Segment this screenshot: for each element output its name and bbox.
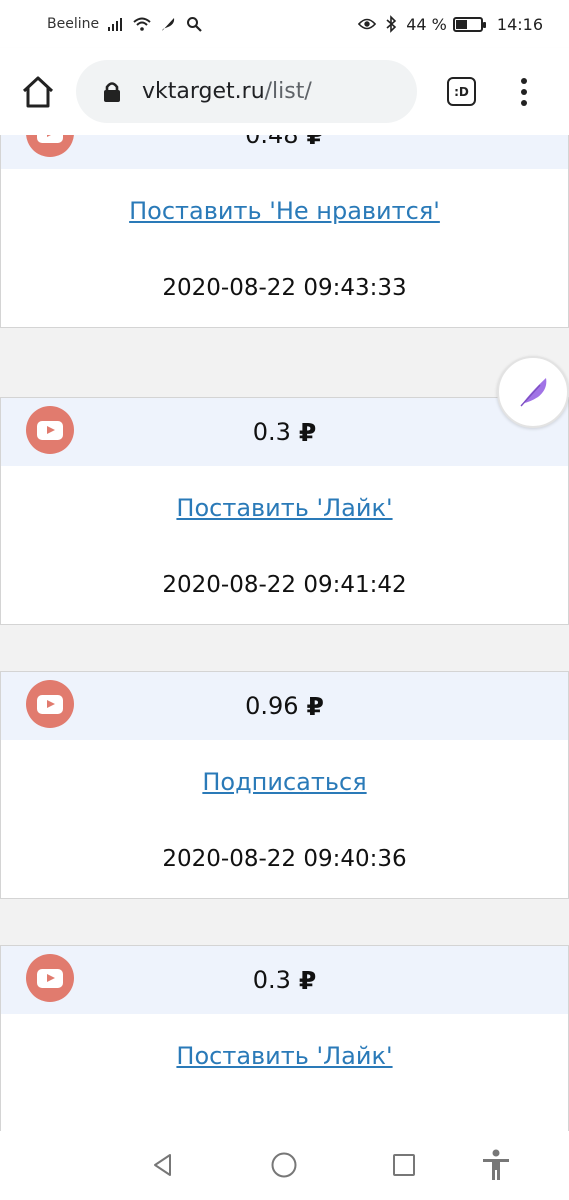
youtube-icon bbox=[26, 954, 74, 1002]
task-date: 2020-08-22 09:40:36 bbox=[162, 846, 407, 872]
feather-icon bbox=[520, 378, 547, 407]
home-button[interactable] bbox=[20, 75, 56, 109]
battery-percent: 44 % bbox=[406, 14, 447, 34]
youtube-icon bbox=[26, 406, 74, 454]
carrier-label: Beeline bbox=[47, 16, 100, 32]
floating-feather-button[interactable] bbox=[497, 356, 569, 428]
more-menu-button[interactable] bbox=[516, 78, 532, 106]
task-price: 0.3 ₽ bbox=[252, 965, 317, 995]
search-status-icon bbox=[185, 15, 203, 33]
address-bar[interactable]: vktarget.ru/list/ bbox=[76, 60, 417, 123]
task-card: 0.3 ₽ Поставить 'Лайк' bbox=[0, 945, 569, 1131]
accessibility-icon bbox=[483, 1149, 509, 1180]
circle-home-icon bbox=[271, 1152, 297, 1178]
url-domain: vktarget.ru bbox=[142, 79, 265, 104]
browser-toolbar: vktarget.ru/list/ :D bbox=[0, 48, 569, 135]
signal-icon bbox=[107, 15, 125, 33]
task-list: 0.48 ₽ Поставить 'Не нравится' 2020-08-22… bbox=[0, 135, 569, 1131]
home-icon bbox=[22, 76, 54, 108]
task-card-header: 0.3 ₽ bbox=[1, 946, 568, 1014]
task-price: 0.48 ₽ bbox=[245, 135, 324, 150]
task-card: 0.3 ₽ Поставить 'Лайк' 2020-08-22 09:41:4… bbox=[0, 397, 569, 625]
back-button[interactable] bbox=[147, 1149, 179, 1181]
task-card: 0.48 ₽ Поставить 'Не нравится' 2020-08-22… bbox=[0, 135, 569, 328]
task-action-link[interactable]: Поставить 'Лайк' bbox=[176, 1042, 392, 1070]
youtube-icon bbox=[26, 680, 74, 728]
feather-status-icon bbox=[159, 15, 177, 33]
ruble-sign: ₽ bbox=[298, 417, 317, 447]
wifi-icon bbox=[133, 15, 151, 33]
url-path: /list/ bbox=[264, 79, 312, 104]
back-icon bbox=[154, 1154, 171, 1176]
task-card-header: 0.48 ₽ bbox=[1, 135, 568, 169]
task-card-header: 0.96 ₽ bbox=[1, 672, 568, 740]
eye-icon bbox=[358, 15, 377, 33]
task-action-link[interactable]: Поставить 'Не нравится' bbox=[129, 197, 440, 225]
ruble-sign: ₽ bbox=[306, 691, 324, 721]
task-price: 0.3 ₽ bbox=[252, 417, 317, 447]
bluetooth-icon bbox=[382, 15, 400, 33]
accessibility-button[interactable] bbox=[480, 1149, 512, 1181]
ruble-sign: ₽ bbox=[306, 135, 324, 150]
task-date bbox=[1, 1094, 568, 1131]
more-vert-icon bbox=[521, 78, 527, 84]
lock-icon bbox=[104, 81, 120, 102]
task-card: 0.96 ₽ Подписаться 2020-08-22 09:40:36 bbox=[0, 671, 569, 899]
task-action-link[interactable]: Подписаться bbox=[202, 768, 366, 796]
youtube-icon bbox=[26, 135, 74, 157]
battery-icon bbox=[452, 16, 486, 32]
system-navigation-bar bbox=[0, 1131, 569, 1200]
home-nav-button[interactable] bbox=[268, 1149, 300, 1181]
task-action-link[interactable]: Поставить 'Лайк' bbox=[176, 494, 392, 522]
tab-switcher-button[interactable]: :D bbox=[447, 77, 476, 106]
clock: 14:16 bbox=[496, 14, 543, 34]
task-card-header: 0.3 ₽ bbox=[1, 398, 568, 466]
square-recents-icon bbox=[393, 1154, 415, 1176]
task-price: 0.96 ₽ bbox=[245, 691, 324, 721]
ruble-sign: ₽ bbox=[298, 965, 317, 995]
status-bar: Beeline 44 % 14:16 bbox=[0, 0, 569, 48]
task-date: 2020-08-22 09:43:33 bbox=[162, 275, 407, 301]
recents-button[interactable] bbox=[388, 1149, 420, 1181]
task-date: 2020-08-22 09:41:42 bbox=[162, 572, 407, 598]
